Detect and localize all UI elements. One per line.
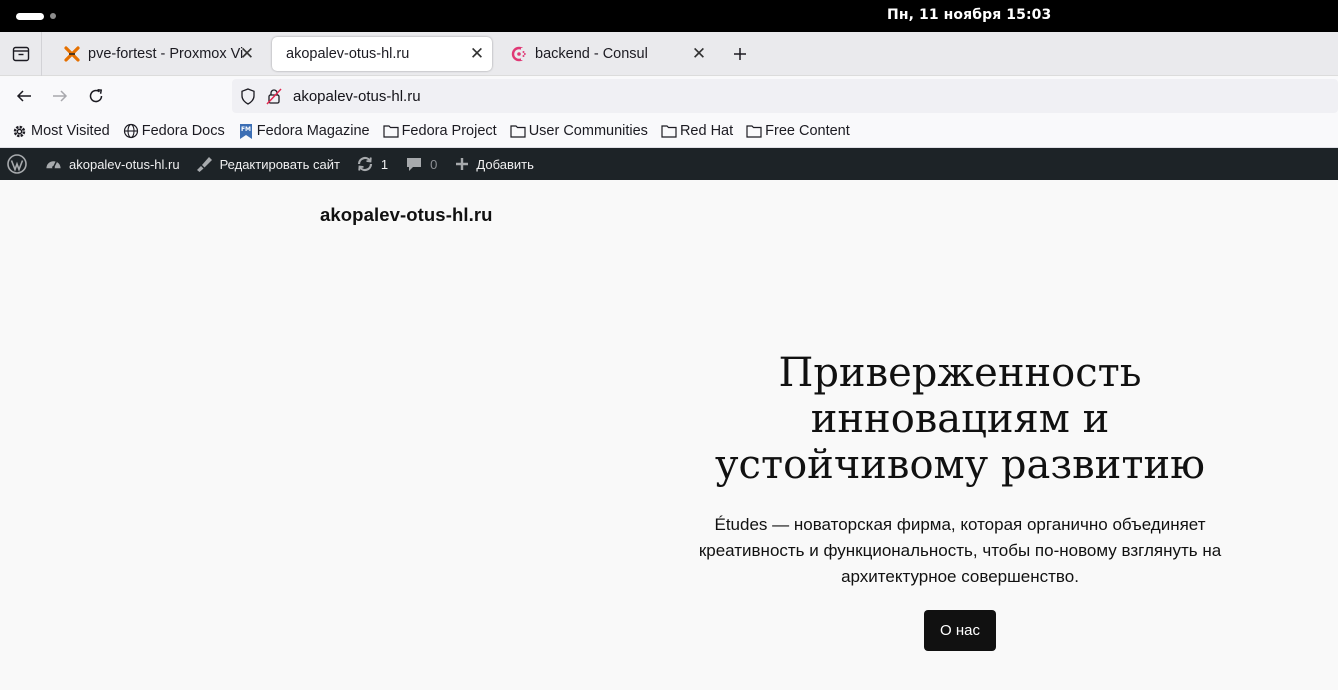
tab-title: backend - Consul [535, 46, 648, 62]
wp-comments-count: 0 [430, 156, 438, 172]
bookmark-label: User Communities [528, 123, 648, 139]
site-title-link[interactable]: akopalev-otus-hl.ru [320, 204, 493, 226]
wp-logo-menu[interactable] [0, 148, 43, 180]
bookmark-label: Fedora Magazine [256, 123, 370, 139]
wp-edit-site-label: Редактировать сайт [219, 156, 340, 172]
wordpress-icon [7, 154, 27, 174]
wp-admin-bar: akopalev-otus-hl.ru Редактировать сайт 1… [0, 148, 1338, 180]
address-bar[interactable]: akopalev-otus-hl.ru [232, 79, 1338, 113]
new-tab-button[interactable] [730, 44, 750, 64]
bookmark-red-hat[interactable]: Red Hat [661, 123, 733, 139]
url-text[interactable]: akopalev-otus-hl.ru [293, 88, 421, 105]
plus-icon [734, 48, 746, 60]
forward-button[interactable] [47, 83, 73, 109]
wp-updates-count: 1 [380, 156, 389, 172]
back-button[interactable] [11, 83, 37, 109]
svg-text:FM: FM [241, 126, 251, 133]
edit-brush-icon [196, 157, 212, 172]
plus-icon [456, 158, 469, 170]
fedora-magazine-icon: FM [239, 123, 252, 139]
tracking-protection-icon [241, 88, 255, 105]
firefox-view-button[interactable] [0, 32, 42, 76]
tab-proxmox[interactable]: pve-fortest - Proxmox Vi ✕ [50, 37, 262, 71]
bookmark-user-communities[interactable]: User Communities [510, 123, 648, 139]
workspace-indicator-dot[interactable] [50, 13, 56, 19]
bookmarks-toolbar: Most Visited Fedora Docs FM Fedora Magaz… [0, 115, 1338, 148]
globe-icon [123, 123, 138, 139]
wp-comments-button[interactable]: 0 [405, 148, 437, 180]
reload-button[interactable] [83, 83, 109, 109]
bookmark-fedora-magazine[interactable]: FM Fedora Magazine [238, 123, 370, 140]
browser-tab-strip: pve-fortest - Proxmox Vi ✕ akopalev-otus… [0, 32, 1338, 76]
tab-title: akopalev-otus-hl.ru [286, 46, 410, 62]
wp-site-name-label: akopalev-otus-hl.ru [69, 156, 180, 172]
insecure-lock-icon [266, 88, 282, 105]
wp-add-new-label: Добавить [476, 156, 534, 172]
close-tab-icon[interactable]: ✕ [690, 44, 708, 63]
system-top-bar: Пн, 11 ноября 15:03 [0, 0, 1338, 32]
about-us-button[interactable]: О нас [924, 610, 996, 651]
comment-icon [407, 158, 422, 171]
hero-heading: Приверженность инновациям и устойчивому … [680, 350, 1240, 488]
forward-arrow-icon [53, 90, 68, 102]
close-tab-icon[interactable]: ✕ [468, 44, 486, 63]
wp-add-new-button[interactable]: Добавить [455, 148, 534, 180]
updates-icon [357, 156, 373, 172]
dashboard-icon [46, 160, 61, 169]
gear-icon [13, 125, 26, 137]
folder-icon [382, 125, 399, 138]
bookmark-free-content[interactable]: Free Content [746, 123, 850, 139]
tab-akopalev[interactable]: akopalev-otus-hl.ru ✕ [272, 37, 492, 71]
tab-title: pve-fortest - Proxmox Vi [88, 46, 244, 62]
hero-heading-line: инновациям и [810, 396, 1110, 442]
tab-consul[interactable]: backend - Consul ✕ [497, 37, 714, 71]
browser-nav-bar: akopalev-otus-hl.ru [0, 77, 1338, 115]
reload-icon [89, 89, 103, 103]
close-tab-icon[interactable]: ✕ [238, 44, 256, 63]
hero-heading-line: устойчивому развитию [715, 442, 1205, 488]
bookmark-fedora-docs[interactable]: Fedora Docs [123, 123, 225, 139]
folder-icon [510, 125, 526, 138]
proxmox-icon [64, 46, 80, 62]
back-arrow-icon [16, 90, 31, 102]
bookmark-label: Free Content [765, 123, 850, 139]
wp-site-name-menu[interactable]: akopalev-otus-hl.ru [45, 148, 180, 180]
hero-heading-line: Приверженность [778, 350, 1142, 396]
bookmark-label: Fedora Project [401, 123, 497, 139]
bookmark-label: Most Visited [31, 123, 110, 139]
workspace-indicator-active[interactable] [16, 13, 44, 20]
bookmark-label: Red Hat [679, 123, 734, 139]
hero-description: Études — новаторская фирма, которая орга… [698, 515, 1222, 586]
bookmark-label: Fedora Docs [141, 123, 225, 139]
consul-icon [511, 46, 527, 62]
bookmark-fedora-project[interactable]: Fedora Project [382, 123, 497, 139]
folder-icon [746, 125, 762, 138]
system-clock[interactable]: Пн, 11 ноября 15:03 [887, 7, 1051, 23]
folder-icon [661, 125, 677, 138]
wp-edit-site-button[interactable]: Редактировать сайт [195, 148, 340, 180]
bookmark-most-visited[interactable]: Most Visited [11, 123, 110, 140]
firefox-view-icon [12, 46, 29, 62]
wp-updates-button[interactable]: 1 [356, 148, 388, 180]
